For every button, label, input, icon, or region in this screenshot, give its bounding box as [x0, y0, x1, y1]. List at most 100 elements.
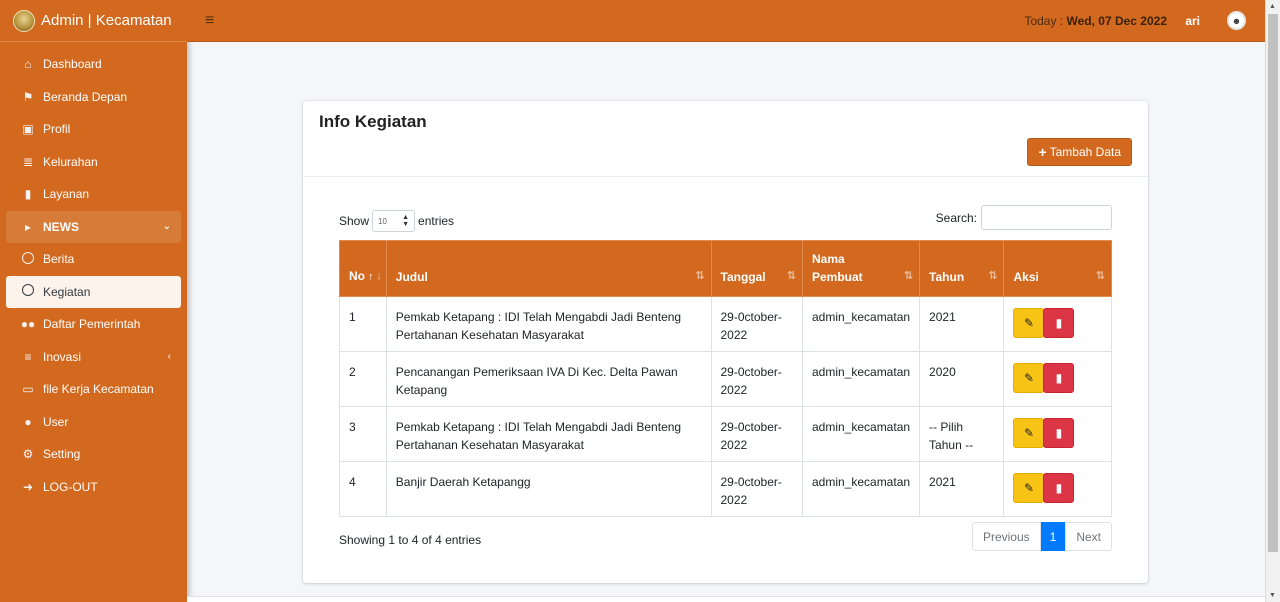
- avatar[interactable]: ☻: [1227, 11, 1246, 30]
- search-input[interactable]: [981, 205, 1112, 230]
- cell-pembuat: admin_kecamatan: [801, 351, 921, 407]
- sidebar-item-label: LOG-OUT: [43, 479, 98, 494]
- scroll-up-icon[interactable]: ▲: [1269, 3, 1276, 10]
- cell-pembuat: admin_kecamatan: [801, 296, 921, 352]
- edit-button[interactable]: ✎: [1013, 473, 1045, 503]
- page-1-button[interactable]: 1: [1040, 522, 1066, 551]
- users-icon: ●●: [20, 317, 36, 332]
- sidebar-item-berita[interactable]: Berita: [6, 243, 181, 276]
- hamburger-menu-icon[interactable]: ≡: [205, 12, 214, 30]
- sidebar-item-label: NEWS: [43, 219, 79, 234]
- file-icon: ▮: [24, 187, 32, 202]
- cell-pembuat: admin_kecamatan: [801, 461, 921, 517]
- column-header-tahun[interactable]: Tahun ⇅: [919, 240, 1005, 297]
- cell-tahun: -- Pilih Tahun --: [919, 406, 1005, 462]
- gear-icon: ⚙: [22, 447, 34, 462]
- sidebar-item-label: Profil: [43, 122, 71, 137]
- tambah-data-button[interactable]: + Tambah Data: [1027, 138, 1132, 166]
- table-row: 2 Pencanangan Pemeriksaan IVA Di Kec. De…: [339, 351, 1112, 407]
- today-date: Today : Wed, 07 Dec 2022: [1024, 13, 1167, 28]
- topbar: ≡ Today : Wed, 07 Dec 2022 ari ☻: [187, 0, 1265, 42]
- cell-no: 3: [339, 406, 387, 462]
- brand-title: Admin | Kecamatan: [41, 12, 172, 29]
- sort-icon: ⇅: [988, 270, 998, 282]
- sidebar-item-label: Daftar Pemerintah: [43, 317, 141, 332]
- sidebar-item-label: Beranda Depan: [43, 89, 128, 104]
- cell-aksi: ✎ ▮: [1003, 351, 1112, 407]
- previous-page-button[interactable]: Previous: [971, 522, 1041, 551]
- scrollbar-thumb[interactable]: [1268, 14, 1278, 552]
- folder-open-icon: ▭: [22, 382, 34, 397]
- sidebar-item-label: Inovasi: [43, 349, 82, 364]
- cell-pembuat: admin_kecamatan: [801, 406, 921, 462]
- bars-icon: ≡: [24, 349, 32, 364]
- institution-icon: ≣: [22, 154, 34, 169]
- user-name[interactable]: ari: [1185, 14, 1200, 28]
- sidebar-item-label: Dashboard: [43, 57, 102, 72]
- cell-tanggal: 29-0ctober-2022: [710, 461, 803, 517]
- scroll-down-icon[interactable]: ▼: [1269, 592, 1276, 599]
- sidebar-item-label: Layanan: [43, 187, 90, 202]
- cell-aksi: ✎ ▮: [1003, 296, 1112, 352]
- bullhorn-icon: ▸: [24, 219, 32, 234]
- sidebar-item-dashboard[interactable]: ⌂ Dashboard: [6, 48, 181, 81]
- cell-judul: Pemkab Ketapang : IDI Telah Mengabdi Jad…: [385, 406, 712, 462]
- table-controls: Show 10 ▲ ▼ entries Search:: [339, 205, 1112, 232]
- edit-icon: ✎: [1023, 481, 1035, 495]
- table-row: 1 Pemkab Ketapang : IDI Telah Mengabdi J…: [339, 296, 1112, 352]
- kegiatan-table: No ↑ ↓ Judul ⇅ Tanggal ⇅ Nama Pembuat ⇅ Tahu…: [339, 240, 1112, 517]
- entries-length: Show 10 ▲ ▼ entries: [339, 210, 454, 232]
- chevron-down-icon: ⌄: [162, 221, 171, 233]
- sort-icon: ⇅: [786, 270, 796, 282]
- sidebar-item-layanan[interactable]: ▮ Layanan: [6, 178, 181, 211]
- sidebar-item-kegiatan[interactable]: Kegiatan: [6, 275, 181, 308]
- home-icon: ⌂: [24, 57, 32, 72]
- sidebar-item-logout[interactable]: ➜ LOG-OUT: [6, 471, 181, 504]
- delete-button[interactable]: ▮: [1043, 418, 1075, 448]
- delete-button[interactable]: ▮: [1043, 363, 1075, 393]
- delete-button[interactable]: ▮: [1043, 308, 1075, 338]
- column-header-tanggal[interactable]: Tanggal ⇅: [710, 240, 803, 297]
- info-kegiatan-card: Info Kegiatan + Tambah Data Show 10 ▲ ▼ e…: [303, 101, 1148, 583]
- entries-select-value: 10: [378, 216, 387, 226]
- sidebar-item-news[interactable]: ▸ NEWS ⌄: [6, 210, 181, 243]
- edit-button[interactable]: ✎: [1013, 363, 1045, 393]
- sidebar-item-setting[interactable]: ⚙ Setting: [6, 438, 181, 471]
- sidebar-item-kelurahan[interactable]: ≣ Kelurahan: [6, 146, 181, 179]
- table-info: Showing 1 to 4 of 4 entries: [339, 533, 482, 547]
- table-header-row: No ↑ ↓ Judul ⇅ Tanggal ⇅ Nama Pembuat ⇅ Tahu…: [339, 240, 1112, 297]
- cell-tanggal: 29-0ctober-2022: [710, 296, 803, 352]
- edit-button[interactable]: ✎: [1013, 308, 1045, 338]
- cell-tanggal: 29-0ctober-2022: [710, 406, 803, 462]
- column-header-no[interactable]: No ↑ ↓: [339, 240, 387, 297]
- plus-icon: +: [1038, 144, 1047, 160]
- sort-icon: ↓: [376, 270, 382, 282]
- edit-button[interactable]: ✎: [1013, 418, 1045, 448]
- vertical-scrollbar[interactable]: ▲ ▼: [1265, 0, 1280, 602]
- logo-icon: [13, 9, 35, 32]
- sidebar-item-inovasi[interactable]: ≡ Inovasi ‹: [6, 341, 181, 374]
- sign-out-icon: ➜: [22, 479, 34, 494]
- edit-icon: ✎: [1023, 371, 1035, 385]
- cell-tahun: 2020: [919, 351, 1005, 407]
- sort-icon: ⇅: [695, 270, 705, 282]
- sort-icon: ⇅: [903, 270, 914, 282]
- entries-select[interactable]: 10 ▲ ▼: [372, 210, 416, 232]
- brand[interactable]: Admin | Kecamatan: [0, 0, 187, 42]
- sidebar-item-profil[interactable]: ▣ Profil: [6, 113, 181, 146]
- sidebar-item-beranda-depan[interactable]: ⚑ Beranda Depan: [6, 81, 181, 114]
- table-row: 4 Banjir Daerah Ketapangg 29-0ctober-202…: [339, 461, 1112, 517]
- cell-judul: Banjir Daerah Ketapangg: [385, 461, 712, 517]
- edit-icon: ✎: [1023, 426, 1035, 440]
- card-header: Info Kegiatan + Tambah Data: [303, 101, 1148, 177]
- next-page-button[interactable]: Next: [1065, 522, 1112, 551]
- column-header-nama-pembuat[interactable]: Nama Pembuat ⇅: [801, 240, 921, 297]
- sidebar-item-daftar-pemerintah[interactable]: ●● Daftar Pemerintah: [6, 308, 181, 341]
- column-header-aksi[interactable]: Aksi ⇅: [1003, 240, 1112, 297]
- delete-button[interactable]: ▮: [1043, 473, 1075, 503]
- sidebar-item-user[interactable]: ● User: [6, 406, 181, 439]
- cell-tahun: 2021: [919, 296, 1005, 352]
- sidebar-item-file-kerja[interactable]: ▭ file Kerja Kecamatan: [6, 373, 181, 406]
- column-header-judul[interactable]: Judul ⇅: [385, 240, 712, 297]
- cell-tanggal: 29-0ctober-2022: [710, 351, 803, 407]
